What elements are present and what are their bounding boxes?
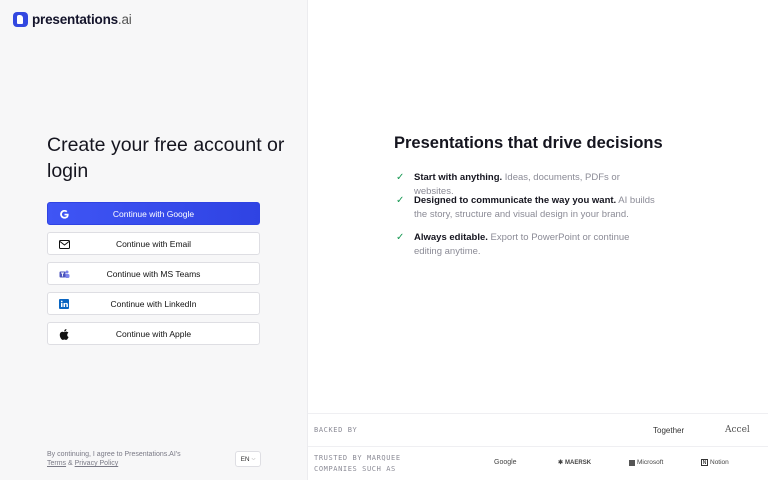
feature-bold: Always editable. [414,232,488,243]
continue-with-linkedin-button[interactable]: Continue with LinkedIn [47,292,260,315]
feature-bold: Designed to communicate the way you want… [414,195,617,206]
company-logo-notion: N Notion [701,459,729,466]
legal-separator: & [66,460,75,467]
button-label: Continue with Apple [115,328,192,339]
backed-by-label: BACKED BY [314,426,358,434]
feature-item: ✓ Always editable. Export to PowerPoint … [396,231,658,258]
presentations-logo-icon [13,12,28,27]
feature-bold: Start with anything. [414,172,503,183]
language-selector[interactable]: EN ⌵ [235,451,261,467]
company-logo-maersk: ✱ MAERSK [558,459,592,467]
ms-teams-icon [58,268,70,280]
terms-link[interactable]: Terms [47,460,66,467]
notion-icon: N [701,459,708,466]
brand-logo[interactable]: presentations.ai [13,12,132,27]
linkedin-icon [58,298,70,310]
investor-logo-accel: Accel [725,425,750,435]
legal-text: By continuing, I agree to Presentations.… [47,451,181,458]
logo-text: presentations.ai [32,12,132,27]
mail-icon [58,238,70,250]
legal-notice: By continuing, I agree to Presentations.… [47,450,181,468]
marketing-panel: Presentations that drive decisions ✓ Sta… [308,0,768,480]
language-value: EN [240,455,250,463]
auth-panel: presentations.ai Create your free accoun… [0,0,308,480]
trusted-label-line1: TRUSTED BY MARQUEE [314,454,401,462]
feature-item: ✓ Designed to communicate the way you wa… [396,194,658,221]
star-icon: ✱ [558,460,564,466]
apple-icon [58,328,70,340]
button-label: Continue with Email [115,238,192,249]
continue-with-apple-button[interactable]: Continue with Apple [47,322,260,345]
continue-with-email-button[interactable]: Continue with Email [47,232,260,255]
microsoft-icon [629,459,635,466]
google-icon [58,208,70,220]
button-label: Continue with LinkedIn [110,298,197,309]
backed-by-section: BACKED BY Together Accel [308,413,768,447]
checkmark-icon: ✓ [396,232,405,243]
chevron-down-icon: ⌵ [251,456,256,462]
trusted-by-label: TRUSTED BY MARQUEE COMPANIES SUCH AS [314,453,401,475]
marketing-title: Presentations that drive decisions [394,134,663,152]
company-logo-microsoft: Microsoft [629,459,663,466]
checkmark-icon: ✓ [396,195,405,206]
privacy-policy-link[interactable]: Privacy Policy [75,460,119,467]
page-title: Create your free account or login [47,134,285,182]
trusted-label-line2: COMPANIES SUCH AS [314,465,396,473]
continue-with-ms-teams-button[interactable]: Continue with MS Teams [47,262,260,285]
investor-logo-together: Together [653,426,685,435]
button-label: Continue with Google [112,208,195,219]
continue-with-google-button[interactable]: Continue with Google [47,202,260,225]
company-logo-google: Google [494,459,517,466]
button-label: Continue with MS Teams [106,268,201,279]
